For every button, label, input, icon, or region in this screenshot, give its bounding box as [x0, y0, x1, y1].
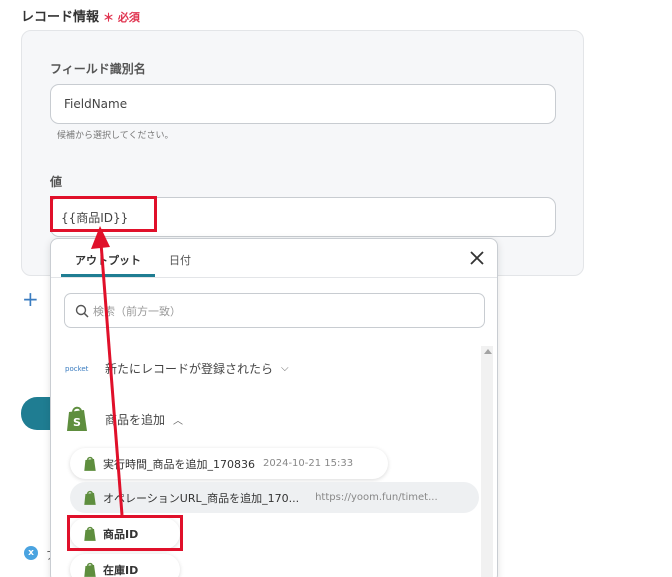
tab-date[interactable]: 日付	[169, 252, 191, 268]
field-name-label: フィールド識別名	[50, 62, 146, 76]
list-item[interactable]: 商品ID	[70, 518, 180, 549]
group-pocket-label: 新たにレコードが登録されたら	[105, 362, 274, 376]
scroll-up-icon[interactable]	[484, 349, 492, 354]
search-placeholder: 検索（前方一致）	[93, 304, 181, 318]
add-icon[interactable]: +	[22, 289, 39, 309]
list-item[interactable]: オペレーションURL_商品を追加_170... https://yoom.fun…	[70, 482, 479, 513]
search-icon	[75, 304, 89, 318]
value-input[interactable]: {{商品ID}}	[50, 197, 556, 237]
close-icon[interactable]	[468, 249, 486, 267]
shopify-icon: S	[67, 406, 87, 431]
tab-output[interactable]: アウトプット	[75, 252, 141, 268]
value-label: 値	[50, 175, 63, 189]
chevron-up-icon: ︿	[173, 415, 184, 427]
section-title: レコード情報＊ 必須	[21, 6, 140, 25]
group-pocket[interactable]: pocket 新たにレコードが登録されたら ⌵	[65, 360, 289, 377]
variable-picker-dropdown: アウトプット 日付 検索（前方一致） pocket 新たにレコードが登録されたら…	[50, 238, 498, 577]
tab-divider	[51, 277, 497, 278]
shopify-icon	[84, 526, 96, 541]
group-add-product-label: 商品を追加	[105, 412, 166, 427]
svg-text:S: S	[73, 416, 81, 429]
item-label: 在庫ID	[103, 563, 139, 577]
required-badge: ＊ 必須	[103, 11, 140, 24]
shopify-icon	[84, 490, 96, 505]
list-item[interactable]: 在庫ID	[70, 554, 180, 577]
group-add-product[interactable]: S 商品を追加 ︿	[65, 405, 183, 433]
field-name-hint: 候補から選択してください。	[57, 131, 174, 141]
shopify-icon	[84, 456, 96, 471]
pocket-logo-icon: pocket	[65, 364, 89, 373]
item-label: オペレーションURL_商品を追加_170...	[103, 491, 300, 505]
chevron-down-icon: ⌵	[281, 363, 289, 374]
item-label: 実行時間_商品を追加_170836	[103, 457, 255, 471]
item-value: 2024-10-21 15:33	[263, 458, 354, 469]
list-item[interactable]: 実行時間_商品を追加_170836 2024-10-21 15:33	[70, 448, 388, 479]
field-name-input[interactable]: FieldName	[50, 84, 556, 124]
search-input[interactable]: 検索（前方一致）	[64, 293, 485, 328]
section-title-text: レコード情報	[21, 10, 100, 25]
scrollbar[interactable]	[481, 346, 493, 577]
shopify-icon	[84, 562, 96, 577]
item-value: https://yoom.fun/timet...	[315, 492, 438, 503]
x-badge-icon: x	[24, 546, 38, 560]
item-label: 商品ID	[103, 527, 139, 541]
